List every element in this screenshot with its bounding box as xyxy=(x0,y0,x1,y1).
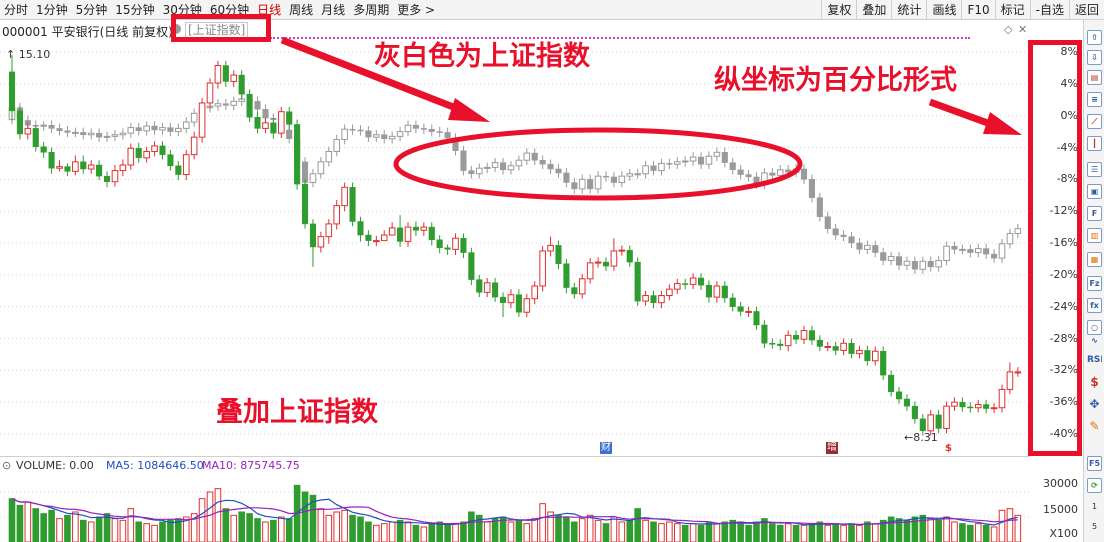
annotation-overlay-index: 叠加上证指数 xyxy=(216,397,378,428)
index-highlight-ellipse xyxy=(393,127,803,201)
annotation-arrow-2-head xyxy=(983,112,1022,135)
annotation-arrow-2 xyxy=(928,98,998,130)
annotation-arrow-1-head xyxy=(448,98,490,122)
annotation-percent-axis: 纵坐标为百分比形式 xyxy=(714,65,957,96)
annotation-gray-index: 灰白色为上证指数 xyxy=(374,41,590,72)
